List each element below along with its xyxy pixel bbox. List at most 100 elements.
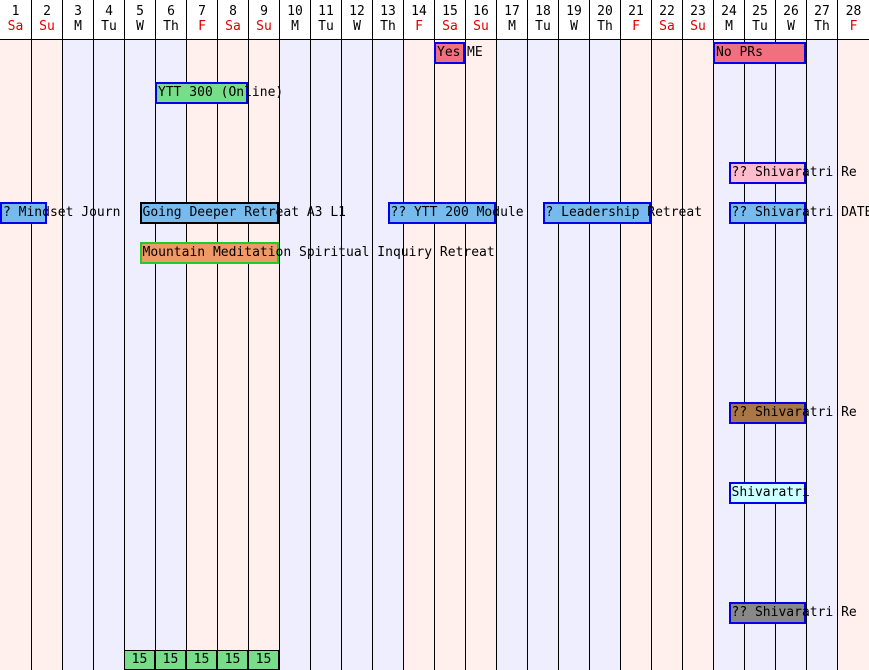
day-number: 18: [535, 4, 551, 19]
day-header[interactable]: 17 M: [497, 0, 527, 40]
day-number: 5: [136, 4, 144, 19]
calendar-event[interactable]: Yes ME: [434, 42, 483, 64]
day-column-11: 11 Tu: [310, 0, 341, 670]
day-number: 2: [43, 4, 51, 19]
day-number: 28: [845, 4, 862, 19]
day-of-week: W: [787, 19, 795, 34]
day-number: 24: [721, 4, 737, 19]
day-number: 13: [380, 4, 396, 19]
day-header[interactable]: 1 Sa: [0, 0, 31, 40]
day-number: 12: [349, 4, 365, 19]
day-header[interactable]: 21 F: [621, 0, 651, 40]
day-header[interactable]: 23 Su: [683, 0, 713, 40]
day-column-12: 12 W: [341, 0, 372, 670]
day-column-16: 16 Su: [465, 0, 496, 670]
day-of-week: F: [415, 19, 423, 34]
calendar-event[interactable]: ?? Shivaratri Re: [728, 162, 857, 184]
day-of-week: Su: [690, 19, 706, 34]
day-of-week: W: [353, 19, 361, 34]
day-column-9: 9 Su: [248, 0, 279, 670]
calendar-event[interactable]: ?? Shivaratri Re: [728, 602, 857, 624]
day-of-week: Tu: [752, 19, 768, 34]
day-header[interactable]: 26 W: [776, 0, 806, 40]
day-number: 1: [11, 4, 20, 19]
day-column-27: 27 Th: [806, 0, 837, 670]
day-header[interactable]: 14 F: [404, 0, 434, 40]
day-column-5: 5W: [124, 0, 155, 670]
day-header[interactable]: 2 Su: [32, 0, 62, 40]
day-header[interactable]: 19 W: [559, 0, 589, 40]
day-number: 9: [260, 4, 268, 19]
calendar-event[interactable]: Mountain Meditation Spiritual Inquiry Re…: [139, 242, 495, 264]
day-of-week: Su: [256, 19, 272, 34]
day-header[interactable]: 9 Su: [249, 0, 279, 40]
day-of-week: Th: [814, 19, 830, 34]
day-of-week: M: [725, 19, 733, 34]
day-header[interactable]: 5W: [125, 0, 155, 40]
day-number: 3: [74, 4, 82, 19]
day-column-13: 13 Th: [372, 0, 403, 670]
day-column-4: 4 Tu: [93, 0, 124, 670]
day-of-week: M: [291, 19, 299, 34]
day-column-26: 26 W: [775, 0, 806, 670]
day-header[interactable]: 18 Tu: [528, 0, 558, 40]
day-header[interactable]: 4 Tu: [94, 0, 124, 40]
day-count-cell: 15: [217, 650, 248, 670]
day-header[interactable]: 6 Th: [156, 0, 186, 40]
day-header[interactable]: 11 Tu: [311, 0, 341, 40]
day-header[interactable]: 7F: [187, 0, 217, 40]
calendar-event[interactable]: ?? YTT 200 Module: [387, 202, 524, 224]
day-number: 25: [752, 4, 768, 19]
day-number: 11: [318, 4, 334, 19]
day-header[interactable]: 3M: [63, 0, 93, 40]
calendar-event[interactable]: Going Deeper Retreat A3 L1: [139, 202, 346, 224]
day-count-cell: 15: [124, 650, 155, 670]
day-column-18: 18 Tu: [527, 0, 558, 670]
day-column-22: 22 Sa: [651, 0, 682, 670]
day-header[interactable]: 24 M: [714, 0, 744, 40]
day-of-week: W: [570, 19, 578, 34]
day-column-2: 2 Su: [31, 0, 62, 670]
calendar-event[interactable]: ? Mindset Journ: [0, 202, 120, 224]
day-column-28: 28 F: [837, 0, 869, 670]
day-header[interactable]: 25 Tu: [745, 0, 775, 40]
day-header[interactable]: 12 W: [342, 0, 372, 40]
day-of-week: Su: [39, 19, 55, 34]
calendar-event[interactable]: ? Leadership Retreat: [542, 202, 702, 224]
day-number: 27: [814, 4, 830, 19]
day-of-week: F: [849, 19, 858, 34]
day-column-17: 17 M: [496, 0, 527, 670]
day-of-week: F: [632, 19, 640, 34]
day-number: 19: [566, 4, 582, 19]
calendar-event[interactable]: Shivaratri: [728, 482, 810, 504]
calendar-event[interactable]: ?? Shivaratri DATE: [728, 202, 869, 224]
day-header[interactable]: 13 Th: [373, 0, 403, 40]
event-label: Mountain Meditation Spiritual Inquiry Re…: [142, 245, 495, 260]
day-of-week: Sa: [442, 19, 458, 34]
day-header[interactable]: 16 Su: [466, 0, 496, 40]
day-number: 10: [287, 4, 303, 19]
day-column-25: 25 Tu: [744, 0, 775, 670]
day-number: 15: [442, 4, 458, 19]
day-header[interactable]: 27 Th: [807, 0, 837, 40]
event-label: Yes: [437, 45, 461, 60]
day-header[interactable]: 8 Sa: [218, 0, 248, 40]
event-label: ?? Shivaratri Re: [731, 605, 857, 620]
day-header[interactable]: 22 Sa: [652, 0, 682, 40]
day-header[interactable]: 20 Th: [590, 0, 620, 40]
calendar-event[interactable]: YTT 300 (Online): [155, 82, 283, 104]
day-header[interactable]: 10 M: [280, 0, 310, 40]
calendar-event[interactable]: ?? Shivaratri Re: [728, 402, 857, 424]
day-header[interactable]: 28 F: [838, 0, 869, 40]
day-column-15: 15 Sa: [434, 0, 465, 670]
calendar-grid: 1 Sa 2 Su 3 M 4 Tu 5 W 6 Th 7 F 8 Sa 9 Su 10 M 11 Tu 12 W 13 Th 14…: [0, 0, 869, 670]
day-of-week: Sa: [7, 19, 24, 34]
day-of-week: Th: [597, 19, 613, 34]
day-number: 20: [597, 4, 613, 19]
day-column-14: 14 F: [403, 0, 434, 670]
day-header[interactable]: 15 Sa: [435, 0, 465, 40]
calendar-event[interactable]: No PRs: [713, 42, 806, 64]
day-of-week: Tu: [101, 19, 117, 34]
event-label: No PRs: [716, 45, 763, 60]
day-column-23: 23 Su: [682, 0, 713, 670]
